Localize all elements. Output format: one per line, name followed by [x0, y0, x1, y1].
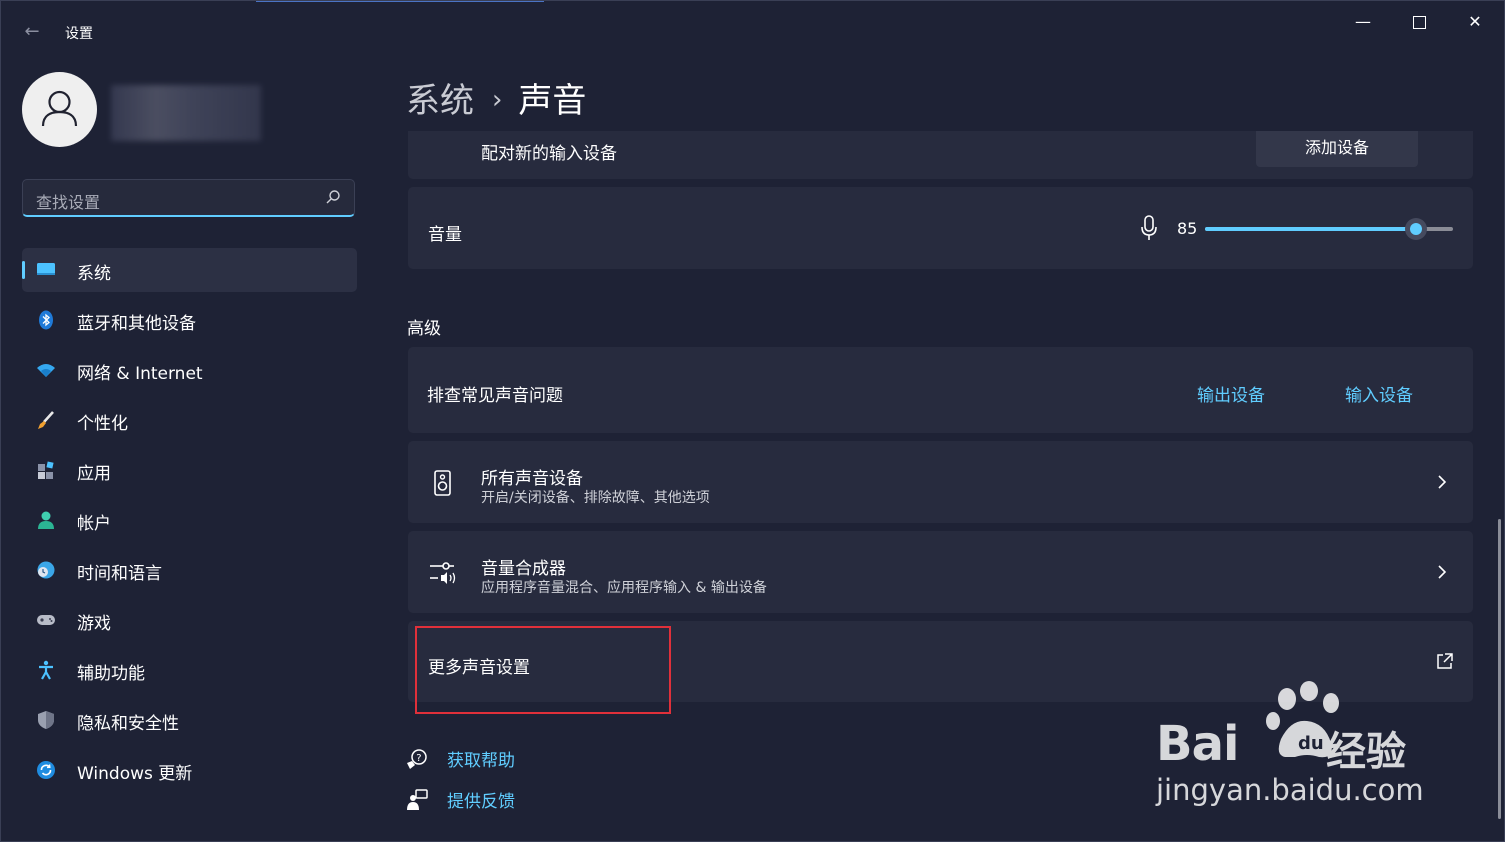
- external-link-icon: [1437, 653, 1453, 669]
- watermark-brand-cn: 经验: [1326, 729, 1406, 775]
- speaker-icon: [434, 470, 451, 496]
- brush-icon: [38, 411, 54, 429]
- all-sound-devices-description: 开启/关闭设备、排除故障、其他选项: [481, 490, 710, 506]
- pair-input-card: 配对新的输入设备 添加设备: [408, 131, 1473, 179]
- output-device-link[interactable]: 输出设备: [1197, 381, 1265, 406]
- search-placeholder: 查找设置: [36, 193, 101, 212]
- search-input[interactable]: 查找设置: [22, 179, 355, 217]
- sidebar-item-time-language[interactable]: 时间和语言: [22, 548, 357, 592]
- avatar[interactable]: [22, 72, 97, 147]
- volume-label: 音量: [428, 225, 462, 245]
- wifi-icon: [37, 364, 55, 377]
- sidebar-item-personalization[interactable]: 个性化: [22, 398, 357, 442]
- help-icon: ?: [407, 749, 427, 769]
- section-title-advanced: 高级: [407, 319, 441, 339]
- sidebar-item-accessibility[interactable]: 辅助功能: [22, 648, 357, 692]
- sidebar-item-label: 个性化: [77, 414, 128, 434]
- chevron-right-icon: [1438, 565, 1447, 579]
- app-title: 设置: [65, 26, 93, 42]
- sidebar-item-label: 游戏: [77, 614, 111, 634]
- sidebar-item-label: 辅助功能: [77, 664, 145, 684]
- bluetooth-icon: [39, 310, 53, 330]
- input-device-link[interactable]: 输入设备: [1345, 381, 1413, 406]
- sidebar-item-bluetooth[interactable]: 蓝牙和其他设备: [22, 298, 357, 342]
- volume-mixer-description: 应用程序音量混合、应用程序输入 & 输出设备: [481, 580, 767, 596]
- sidebar-item-label: 网络 & Internet: [77, 364, 203, 384]
- volume-mixer-card[interactable]: 音量合成器 应用程序音量混合、应用程序输入 & 输出设备: [408, 531, 1473, 613]
- title-bar: ← 设置 — ✕: [1, 1, 1504, 61]
- microphone-icon[interactable]: [1140, 215, 1158, 241]
- feedback-link[interactable]: 提供反馈: [447, 787, 515, 812]
- troubleshoot-label: 排查常见声音问题: [427, 386, 563, 406]
- feedback-icon: [407, 789, 428, 810]
- globe-clock-icon: [37, 561, 55, 579]
- baidu-watermark: du Bai 经验 jingyan.baidu.com: [1156, 681, 1426, 811]
- volume-value: 85: [1177, 219, 1198, 238]
- sidebar-item-apps[interactable]: 应用: [22, 448, 357, 492]
- sidebar-item-label: 帐户: [77, 514, 111, 534]
- watermark-brand: Bai: [1156, 716, 1239, 772]
- chevron-right-icon: ›: [492, 85, 503, 115]
- settings-window: ← 设置 — ✕ 查找设置 系统 蓝牙和其他设备 网络 & Internet 个…: [0, 0, 1505, 842]
- search-icon[interactable]: [325, 189, 341, 205]
- gamepad-icon: [37, 615, 55, 625]
- sidebar-item-windows-update[interactable]: Windows 更新: [22, 748, 357, 792]
- sidebar-nav: 系统 蓝牙和其他设备 网络 & Internet 个性化 应用 帐户 时间和语言…: [22, 248, 357, 798]
- breadcrumb-parent[interactable]: 系统: [406, 81, 474, 121]
- sidebar-item-network[interactable]: 网络 & Internet: [22, 348, 357, 392]
- person-icon: [38, 511, 54, 529]
- add-device-button[interactable]: 添加设备: [1256, 131, 1418, 167]
- update-icon: [37, 761, 55, 779]
- watermark-url: jingyan.baidu.com: [1156, 773, 1424, 807]
- sidebar-item-accounts[interactable]: 帐户: [22, 498, 357, 542]
- sidebar-item-label: 系统: [77, 264, 111, 284]
- volume-mixer-label: 音量合成器: [481, 559, 566, 579]
- scrollbar[interactable]: [1498, 519, 1501, 819]
- sidebar-item-label: 应用: [77, 464, 111, 484]
- get-help-link[interactable]: 获取帮助: [447, 746, 515, 771]
- all-sound-devices-label: 所有声音设备: [481, 469, 583, 489]
- sidebar-item-label: 时间和语言: [77, 564, 162, 584]
- chevron-right-icon: [1438, 475, 1447, 489]
- apps-icon: [38, 461, 54, 479]
- mixer-icon: [430, 562, 456, 584]
- svg-text:du: du: [1298, 733, 1324, 754]
- highlight-annotation-box: [415, 626, 671, 714]
- sidebar-item-label: 蓝牙和其他设备: [77, 314, 196, 334]
- sidebar-item-system[interactable]: 系统: [22, 248, 357, 292]
- all-sound-devices-card[interactable]: 所有声音设备 开启/关闭设备、排除故障、其他选项: [408, 441, 1473, 523]
- person-icon: [41, 90, 78, 127]
- shield-icon: [38, 711, 54, 729]
- sidebar-item-gaming[interactable]: 游戏: [22, 598, 357, 642]
- troubleshoot-card: 排查常见声音问题 输出设备 输入设备: [408, 347, 1473, 433]
- minimize-icon[interactable]: —: [1340, 9, 1386, 35]
- pair-input-label: 配对新的输入设备: [481, 144, 617, 164]
- close-icon[interactable]: ✕: [1452, 9, 1498, 35]
- svg-text:?: ?: [416, 753, 421, 764]
- sidebar-item-label: 隐私和安全性: [77, 714, 179, 734]
- volume-slider[interactable]: [1205, 218, 1453, 240]
- accessibility-icon: [39, 660, 53, 680]
- breadcrumb: 系统 › 声音: [406, 73, 586, 122]
- back-arrow-icon[interactable]: ←: [21, 21, 43, 43]
- volume-slider-thumb[interactable]: [1404, 218, 1427, 240]
- volume-slider-fill: [1205, 227, 1416, 231]
- sidebar-item-privacy[interactable]: 隐私和安全性: [22, 698, 357, 742]
- maximize-icon[interactable]: [1396, 9, 1442, 35]
- sidebar-item-label: Windows 更新: [77, 764, 193, 784]
- page-title: 声音: [518, 81, 587, 121]
- username-blurred: [111, 85, 261, 141]
- monitor-icon: [37, 263, 55, 275]
